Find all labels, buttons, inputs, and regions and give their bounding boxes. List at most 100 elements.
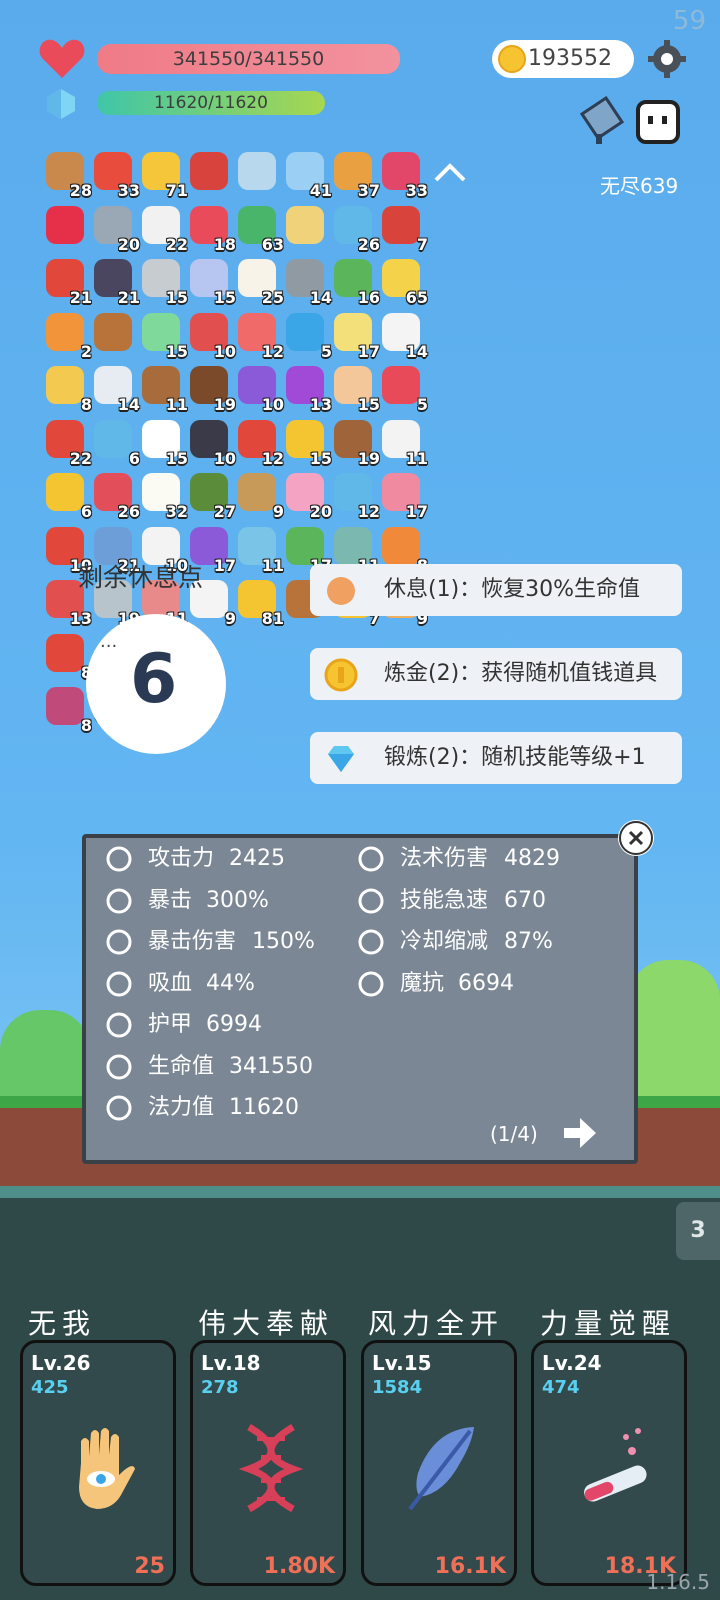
- inventory-item[interactable]: 6: [44, 471, 92, 521]
- skill-name: 风力全开: [368, 1307, 505, 1340]
- rest-points-count: 6: [130, 640, 178, 719]
- inventory-item[interactable]: 11: [380, 418, 428, 468]
- mana-icon: [104, 1093, 134, 1123]
- inventory-item[interactable]: 71: [140, 150, 188, 200]
- inventory-item[interactable]: 12: [236, 311, 284, 361]
- inventory-item[interactable]: 26: [92, 471, 140, 521]
- inventory-item[interactable]: [284, 204, 328, 248]
- rest-option-button[interactable]: 休息(1)：恢复30%生命值: [310, 564, 682, 616]
- inventory-item[interactable]: 32: [140, 471, 188, 521]
- inventory-item[interactable]: 15: [140, 311, 188, 361]
- inventory-item[interactable]: 19: [188, 364, 236, 414]
- inventory-item[interactable]: 15: [140, 418, 188, 468]
- inventory-item[interactable]: 11: [332, 525, 380, 575]
- inventory-item[interactable]: 65: [380, 257, 428, 307]
- skill-value: 474: [542, 1377, 580, 1398]
- inventory-item[interactable]: 63: [236, 204, 284, 254]
- inventory-item[interactable]: [236, 150, 280, 194]
- inventory-item[interactable]: 27: [188, 471, 236, 521]
- skill-card-full-wind[interactable]: Lv.15 1584 16.1K: [361, 1340, 517, 1586]
- inventory-item[interactable]: 12: [236, 418, 284, 468]
- inventory-item[interactable]: 13: [284, 364, 332, 414]
- rest-points-label: 剩余休息点: [78, 563, 204, 592]
- inventory-item[interactable]: 5: [380, 364, 428, 414]
- inventory-item[interactable]: 41: [284, 150, 332, 200]
- skill-value: 425: [31, 1377, 69, 1398]
- inventory-item[interactable]: 33: [380, 150, 428, 200]
- item-count: 18: [213, 234, 236, 254]
- gear-icon[interactable]: [648, 40, 686, 78]
- item-count: 19: [357, 448, 380, 468]
- arrow-right-icon[interactable]: [562, 1116, 598, 1150]
- side-tab[interactable]: 3: [676, 1202, 720, 1260]
- inventory-item[interactable]: 81: [236, 578, 284, 628]
- inventory-item[interactable]: 21: [92, 257, 140, 307]
- inventory-item[interactable]: 10: [188, 418, 236, 468]
- inventory-item[interactable]: 8: [380, 525, 428, 575]
- item-count: 9: [272, 502, 284, 521]
- inventory-item[interactable]: 17: [380, 471, 428, 521]
- inventory-item[interactable]: 22: [44, 418, 92, 468]
- inventory-item[interactable]: 17: [284, 525, 332, 575]
- inventory-item[interactable]: 16: [332, 257, 380, 307]
- inventory-item[interactable]: 15: [332, 364, 380, 414]
- inventory-item[interactable]: 7: [380, 204, 428, 254]
- item-count: 41: [309, 181, 332, 200]
- skill-card-devotion[interactable]: Lv.18 278 1.80K: [190, 1340, 346, 1586]
- inventory-item[interactable]: 6: [92, 418, 140, 468]
- inventory-item[interactable]: 20: [284, 471, 332, 521]
- rest-option-label: 休息(1)：恢复30%生命值: [384, 577, 641, 602]
- alchemy-option-button[interactable]: 炼金(2)：获得随机值钱道具: [310, 648, 682, 700]
- inventory-item[interactable]: 17: [332, 311, 380, 361]
- inventory-item[interactable]: [92, 311, 136, 355]
- chest-icon: [94, 312, 132, 351]
- close-icon[interactable]: [618, 820, 654, 856]
- inventory-item[interactable]: 2: [44, 311, 92, 361]
- inventory-item[interactable]: 11: [140, 364, 188, 414]
- inventory-item[interactable]: 25: [236, 257, 284, 307]
- coin-icon: [498, 45, 526, 73]
- inventory-item[interactable]: 18: [188, 204, 236, 254]
- inventory-item[interactable]: 15: [188, 257, 236, 307]
- inventory-item[interactable]: 10: [188, 311, 236, 361]
- train-option-button[interactable]: 锻炼(2)：随机技能等级+1: [310, 732, 682, 784]
- inventory-item[interactable]: 26: [332, 204, 380, 254]
- inventory-item[interactable]: 9: [236, 471, 284, 521]
- inventory-item[interactable]: [188, 150, 232, 194]
- inventory-item[interactable]: 14: [92, 364, 140, 414]
- inventory-item[interactable]: 5: [284, 311, 332, 361]
- inventory-item[interactable]: 12: [332, 471, 380, 521]
- inventory-item[interactable]: 20: [92, 204, 140, 254]
- item-count: 8: [80, 395, 92, 414]
- item-count: 26: [357, 234, 380, 254]
- inventory-item[interactable]: 28: [44, 150, 92, 200]
- skill-card-power-awaken[interactable]: Lv.24 474 18.1K: [531, 1340, 687, 1586]
- red-flag-icon: [46, 633, 84, 672]
- inventory-item[interactable]: 33: [92, 150, 140, 200]
- item-count: 11: [405, 448, 428, 468]
- pixel-flag-icon[interactable]: [576, 96, 628, 146]
- inventory-item[interactable]: 8: [44, 364, 92, 414]
- inventory-item[interactable]: 11: [236, 525, 284, 575]
- inventory-item[interactable]: [44, 204, 88, 248]
- inventory-item[interactable]: 15: [140, 257, 188, 307]
- stat-value: 6994: [206, 1012, 262, 1037]
- stat-label: 攻击力: [148, 846, 215, 871]
- inventory-item[interactable]: 15: [284, 418, 332, 468]
- inventory-item[interactable]: 8: [44, 685, 92, 735]
- inventory-item[interactable]: 8: [44, 632, 92, 682]
- inventory-item[interactable]: 37: [332, 150, 380, 200]
- inventory-item[interactable]: 14: [284, 257, 332, 307]
- inventory-item[interactable]: 21: [44, 257, 92, 307]
- axe-icon: [104, 844, 134, 874]
- chevron-up-icon[interactable]: [432, 160, 468, 184]
- item-count: 17: [357, 341, 380, 361]
- item-count: 12: [357, 502, 380, 521]
- inventory-item[interactable]: 22: [140, 204, 188, 254]
- skill-card-selfless[interactable]: Lv.26 425 25: [20, 1340, 176, 1586]
- inventory-item[interactable]: 19: [332, 418, 380, 468]
- inventory-item[interactable]: 14: [380, 311, 428, 361]
- inventory-item[interactable]: 10: [236, 364, 284, 414]
- magic-resist-icon: [356, 969, 386, 999]
- ghost-button-icon[interactable]: [634, 98, 682, 146]
